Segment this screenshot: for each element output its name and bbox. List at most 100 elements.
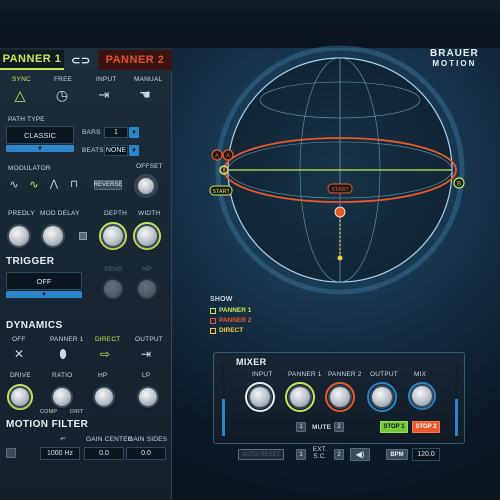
dynamics-title: DYNAMICS xyxy=(6,320,63,331)
mode-free-label: FREE xyxy=(54,76,73,83)
filter-freq-field[interactable]: 1000 Hz xyxy=(40,447,80,460)
auto-reset-button[interactable]: AUTO RESET xyxy=(238,449,284,460)
dirt-label: DIRT xyxy=(70,409,84,415)
offset-label: OFFSET xyxy=(136,163,163,170)
comp-label: COMP xyxy=(40,409,58,415)
trigger-title: TRIGGER xyxy=(6,256,55,267)
mode-sync-label: SYNC xyxy=(12,76,31,83)
depth-knob[interactable] xyxy=(103,226,123,246)
direct-route-icon[interactable]: ⇨ xyxy=(94,346,116,362)
link-icon[interactable]: ⊂⊃ xyxy=(64,50,98,70)
bpm-field[interactable]: 120.0 xyxy=(412,448,440,461)
path-type-select[interactable]: CLASSIC xyxy=(6,126,74,144)
mode-input-label: INPUT xyxy=(96,76,117,83)
sc2-button[interactable]: 2 xyxy=(334,449,344,460)
stop2-button[interactable]: STOP 2 xyxy=(412,421,440,433)
ratio-knob[interactable] xyxy=(53,388,71,406)
reverse-button[interactable]: REVERSE xyxy=(94,180,122,190)
metronome-icon[interactable]: △ xyxy=(10,86,30,104)
trigger-dropdown-icon[interactable]: ▼ xyxy=(6,291,82,298)
sens-label: SENS xyxy=(104,266,123,273)
motion-filter-title: MOTION FILTER xyxy=(6,419,89,430)
gain-sides-label: GAIN SIDES xyxy=(128,436,168,443)
sphere-visualizer[interactable]: A A B START START xyxy=(172,40,500,350)
mute-1-button[interactable]: 1 xyxy=(296,422,306,432)
sine-wave-icon[interactable]: ∿ xyxy=(6,178,22,191)
panner2-handle[interactable] xyxy=(334,206,346,218)
show-panner2-label: PANNER 2 xyxy=(219,317,252,324)
motion-filter-toggle[interactable] xyxy=(6,448,16,458)
show-direct[interactable]: DIRECT xyxy=(210,327,243,334)
marker-a-label: A xyxy=(226,154,230,160)
dyn-panner1-label: PANNER 1 xyxy=(50,336,84,343)
dyn-hp-knob[interactable] xyxy=(95,388,113,406)
dyn-direct-label: DIRECT xyxy=(95,336,121,343)
output-meter xyxy=(455,362,458,436)
modulator-label: MODULATOR xyxy=(8,165,51,172)
bpm-label: BPM xyxy=(386,449,408,460)
gain-sides-field[interactable]: 0.0 xyxy=(126,447,166,460)
mixer-mix-knob[interactable] xyxy=(412,386,432,406)
mixer-output-label: OUTPUT xyxy=(370,371,398,378)
triangle-wave-icon[interactable]: ⋀ xyxy=(46,178,62,190)
drop-icon[interactable]: ⬮ xyxy=(54,346,72,362)
marker-a-orange-label: A xyxy=(215,154,219,160)
checkbox-icon[interactable] xyxy=(210,327,216,334)
offset-knob[interactable] xyxy=(138,178,154,194)
mixer-input-label: INPUT xyxy=(252,371,273,378)
output-icon[interactable]: ⇥ xyxy=(136,346,156,362)
input-icon[interactable]: ⇥ xyxy=(94,86,114,104)
mixer-input-knob[interactable] xyxy=(250,387,270,407)
panner-tabs: PANNER 1 ⊂⊃ PANNER 2 xyxy=(0,50,172,70)
checkbox-icon[interactable] xyxy=(210,307,216,314)
mute-label: MUTE xyxy=(312,424,332,431)
mode-manual-label: MANUAL xyxy=(134,76,163,83)
start-green-label: START xyxy=(212,189,230,195)
mixer-panner2-knob[interactable] xyxy=(330,387,350,407)
dyn-hp-label: HP xyxy=(98,372,108,379)
trigger-hp-knob[interactable] xyxy=(138,280,156,298)
mod-delay-toggle[interactable] xyxy=(79,232,87,240)
sc1-button[interactable]: 1 xyxy=(296,449,306,460)
mod-delay-knob[interactable] xyxy=(43,226,63,246)
hand-icon[interactable]: ☚ xyxy=(134,86,156,104)
tab-panner1[interactable]: PANNER 1 xyxy=(0,50,64,70)
beats-dropdown-icon[interactable]: ▼ xyxy=(129,145,139,156)
width-knob[interactable] xyxy=(137,226,157,246)
tab-panner2[interactable]: PANNER 2 xyxy=(98,50,172,70)
path-type-dropdown-icon[interactable]: ▼ xyxy=(6,145,74,152)
bars-dropdown-icon[interactable]: ▼ xyxy=(129,127,139,138)
mute-2-button[interactable]: 2 xyxy=(334,422,344,432)
show-panner1[interactable]: PANNER 1 xyxy=(210,307,251,314)
predly-label: PREDLY xyxy=(8,210,35,217)
speaker-icon[interactable]: ◀) xyxy=(350,448,370,461)
predly-knob[interactable] xyxy=(9,226,29,246)
beats-label: BEATS xyxy=(82,147,104,154)
drive-label: DRIVE xyxy=(10,372,31,379)
trigger-select[interactable]: OFF xyxy=(6,272,82,290)
square-wave-icon[interactable]: ⊓ xyxy=(66,178,82,190)
checkbox-icon[interactable] xyxy=(210,317,216,324)
dyn-lp-label: LP xyxy=(142,372,151,379)
show-direct-label: DIRECT xyxy=(219,327,244,334)
mod-delay-label: MOD DELAY xyxy=(40,210,80,217)
path-type-label: PATH TYPE xyxy=(8,116,45,123)
mixer-panner1-knob[interactable] xyxy=(290,387,310,407)
gain-center-field[interactable]: 0.0 xyxy=(84,447,124,460)
show-label: SHOW xyxy=(210,296,233,303)
sens-knob[interactable] xyxy=(104,280,122,298)
close-icon[interactable]: ✕ xyxy=(10,346,28,362)
show-panner2[interactable]: PANNER 2 xyxy=(210,317,251,324)
mixer-output-knob[interactable] xyxy=(372,387,392,407)
beats-select[interactable]: NONE xyxy=(104,145,128,156)
marker-b-label: B xyxy=(457,182,461,188)
dyn-lp-knob[interactable] xyxy=(139,388,157,406)
drive-knob[interactable] xyxy=(11,388,29,406)
bars-select[interactable]: 1 xyxy=(104,127,128,138)
stop1-button[interactable]: STOP 1 xyxy=(380,421,408,433)
mixer-title: MIXER xyxy=(236,357,267,367)
start-orange-label: START xyxy=(331,187,349,193)
clock-icon[interactable]: ◷ xyxy=(52,86,72,104)
shaped-wave-icon[interactable]: ∿ xyxy=(26,178,42,191)
direct-dot xyxy=(337,255,343,261)
